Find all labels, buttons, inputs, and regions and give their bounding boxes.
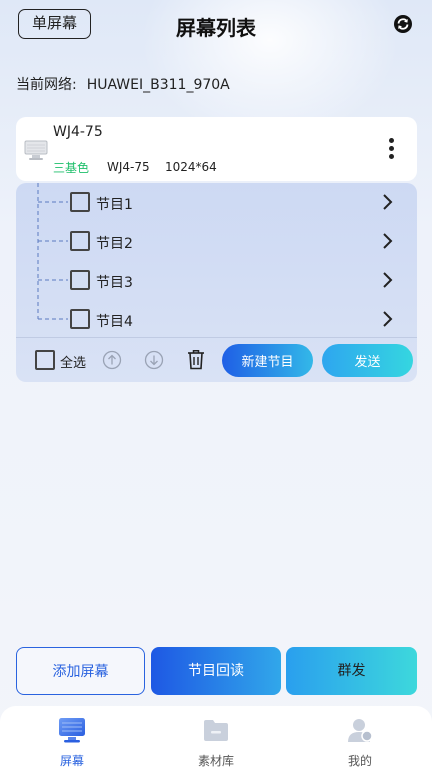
new-program-button[interactable]: 新建节目 (222, 344, 313, 377)
move-up-icon[interactable] (102, 350, 122, 370)
chevron-right-icon[interactable] (380, 232, 394, 250)
program-checkbox[interactable] (70, 270, 90, 290)
trash-icon[interactable] (187, 349, 205, 370)
device-name: WJ4-75 (53, 124, 103, 140)
program-checkbox[interactable] (70, 231, 90, 251)
device-model: WJ4-75 (107, 160, 150, 174)
led-screen-icon (24, 140, 48, 160)
add-screen-button[interactable]: 添加屏幕 (16, 647, 145, 695)
tab-label: 我的 (347, 754, 372, 768)
program-item[interactable]: 节目1 (16, 184, 417, 222)
screen-icon (59, 718, 85, 743)
program-label: 节目3 (96, 275, 133, 291)
group-send-button[interactable]: 群发 (286, 647, 417, 695)
program-item[interactable]: 节目3 (16, 262, 417, 300)
select-all-checkbox[interactable] (35, 350, 55, 370)
tab-label: 屏幕 (59, 754, 84, 768)
program-checkbox[interactable] (70, 309, 90, 329)
user-icon (348, 719, 373, 742)
program-label: 节目2 (96, 236, 133, 252)
folder-icon (204, 720, 228, 741)
program-readback-button[interactable]: 节目回读 (151, 647, 281, 695)
network-ssid: HUAWEI_B311_970A (86, 77, 230, 93)
refresh-icon[interactable] (393, 14, 413, 34)
tab-mine[interactable]: 我的 (310, 706, 410, 768)
bottom-tab-bar: 屏幕 素材库 我的 (0, 706, 432, 768)
network-label: 当前网络: (16, 77, 77, 93)
tab-screen[interactable]: 屏幕 (22, 706, 122, 768)
program-item[interactable]: 节目2 (16, 223, 417, 261)
bottom-action-bar: 添加屏幕 节目回读 群发 (16, 647, 417, 695)
page-title: 屏幕列表 (176, 16, 256, 40)
chevron-right-icon[interactable] (380, 271, 394, 289)
move-down-icon[interactable] (144, 350, 164, 370)
tab-material[interactable]: 素材库 (166, 706, 266, 768)
network-info: 当前网络: HUAWEI_B311_970A (16, 74, 230, 94)
program-toolbar: 全选 新建节目 发送 (16, 338, 417, 382)
device-card[interactable]: WJ4-75 三基色 WJ4-75 1024*64 (16, 117, 417, 181)
send-button[interactable]: 发送 (322, 344, 413, 377)
program-list-panel: 节目1 节目2 节目3 节目4 全选 新建节目 发送 (16, 183, 417, 382)
chevron-right-icon[interactable] (380, 193, 394, 211)
select-all-label[interactable]: 全选 (60, 352, 86, 371)
more-options-icon[interactable] (386, 138, 396, 160)
tab-label: 素材库 (197, 754, 234, 768)
device-resolution: 1024*64 (165, 160, 217, 174)
program-label: 节目1 (96, 197, 133, 213)
program-label: 节目4 (96, 314, 133, 330)
chevron-right-icon[interactable] (380, 310, 394, 328)
device-color-mode: 三基色 (53, 161, 90, 175)
program-item[interactable]: 节目4 (16, 301, 417, 339)
program-checkbox[interactable] (70, 192, 90, 212)
